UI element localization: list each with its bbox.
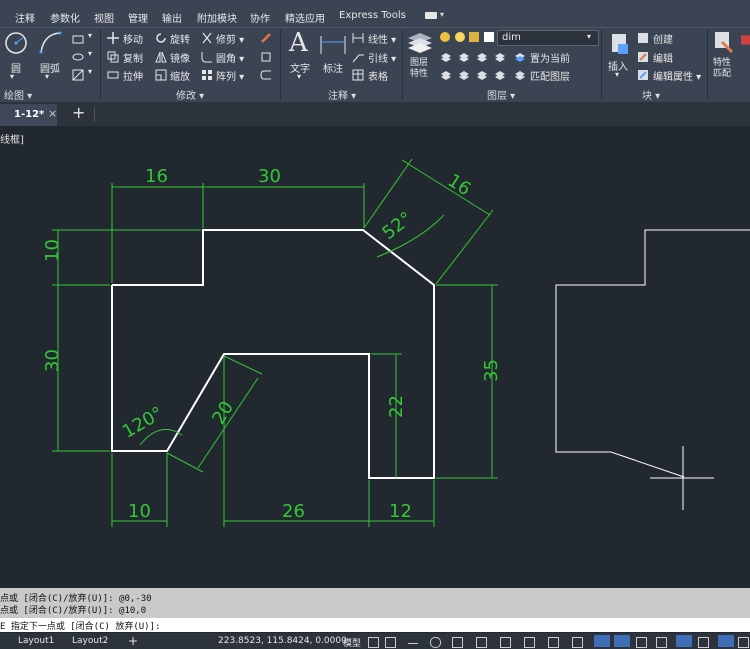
dim-text: 10 xyxy=(42,239,63,262)
add-layout-button[interactable]: + xyxy=(128,634,138,648)
annotation-monitor-icon[interactable] xyxy=(594,635,610,647)
dim-text: 30 xyxy=(258,166,281,187)
transparency-icon[interactable] xyxy=(524,637,535,648)
3d-osnap-icon[interactable] xyxy=(572,637,583,648)
coordinates-readout: 223.8523, 115.8424, 0.0000 xyxy=(218,636,347,646)
command-prompt: E 指定下一点或 [闭合(C) 放弃(U)]: xyxy=(0,622,161,632)
snap-icon[interactable] xyxy=(385,637,396,648)
dim-text: 120° xyxy=(119,403,167,443)
hardware-acceleration-icon[interactable] xyxy=(698,637,709,648)
quick-properties-icon[interactable] xyxy=(636,637,647,648)
lineweight-icon[interactable] xyxy=(500,637,511,648)
tab-layout2[interactable]: Layout2 xyxy=(72,636,108,646)
grid-icon[interactable] xyxy=(368,637,379,648)
osnap-icon[interactable] xyxy=(452,637,463,648)
tab-layout1[interactable]: Layout1 xyxy=(18,636,54,646)
selection-cycling-icon[interactable] xyxy=(548,637,559,648)
dim-text: 20 xyxy=(208,398,238,429)
history-line: 点或 [闭合(C)/放弃(U)]: @10,0 xyxy=(0,606,147,616)
model-button[interactable]: 模型 xyxy=(343,636,361,649)
dim-text: 30 xyxy=(42,349,63,372)
isolate-objects-icon[interactable] xyxy=(676,635,692,647)
second-outline xyxy=(555,229,750,478)
dim-text: 10 xyxy=(128,501,151,522)
dim-text: 16 xyxy=(145,166,168,187)
cad-drawing: 16 30 16 52° 10 30 120° 20 22 35 10 26 1… xyxy=(42,158,750,527)
dim-text: 16 xyxy=(444,170,475,200)
customization-icon[interactable] xyxy=(738,637,749,648)
dim-text: 35 xyxy=(481,359,502,382)
dim-text: 12 xyxy=(389,501,412,522)
dim-text: 26 xyxy=(282,501,305,522)
dim-text: 22 xyxy=(386,395,407,418)
dim-text: 52° xyxy=(378,208,416,244)
lock-ui-icon[interactable] xyxy=(656,637,667,648)
units-icon[interactable] xyxy=(614,635,630,647)
ortho-icon[interactable] xyxy=(408,639,418,644)
status-bar: Layout1 Layout2 + 223.8523, 115.8424, 0.… xyxy=(0,633,750,649)
command-input[interactable]: E 指定下一点或 [闭合(C) 放弃(U)]: xyxy=(0,618,750,632)
clean-screen-icon[interactable] xyxy=(718,635,734,647)
command-history: 点或 [闭合(C)/放弃(U)]: @0,-30 点或 [闭合(C)/放弃(U)… xyxy=(0,588,750,618)
polar-icon[interactable] xyxy=(430,637,441,648)
dimension-lines xyxy=(52,158,498,527)
crosshair-cursor xyxy=(650,446,714,510)
otrack-icon[interactable] xyxy=(476,637,487,648)
